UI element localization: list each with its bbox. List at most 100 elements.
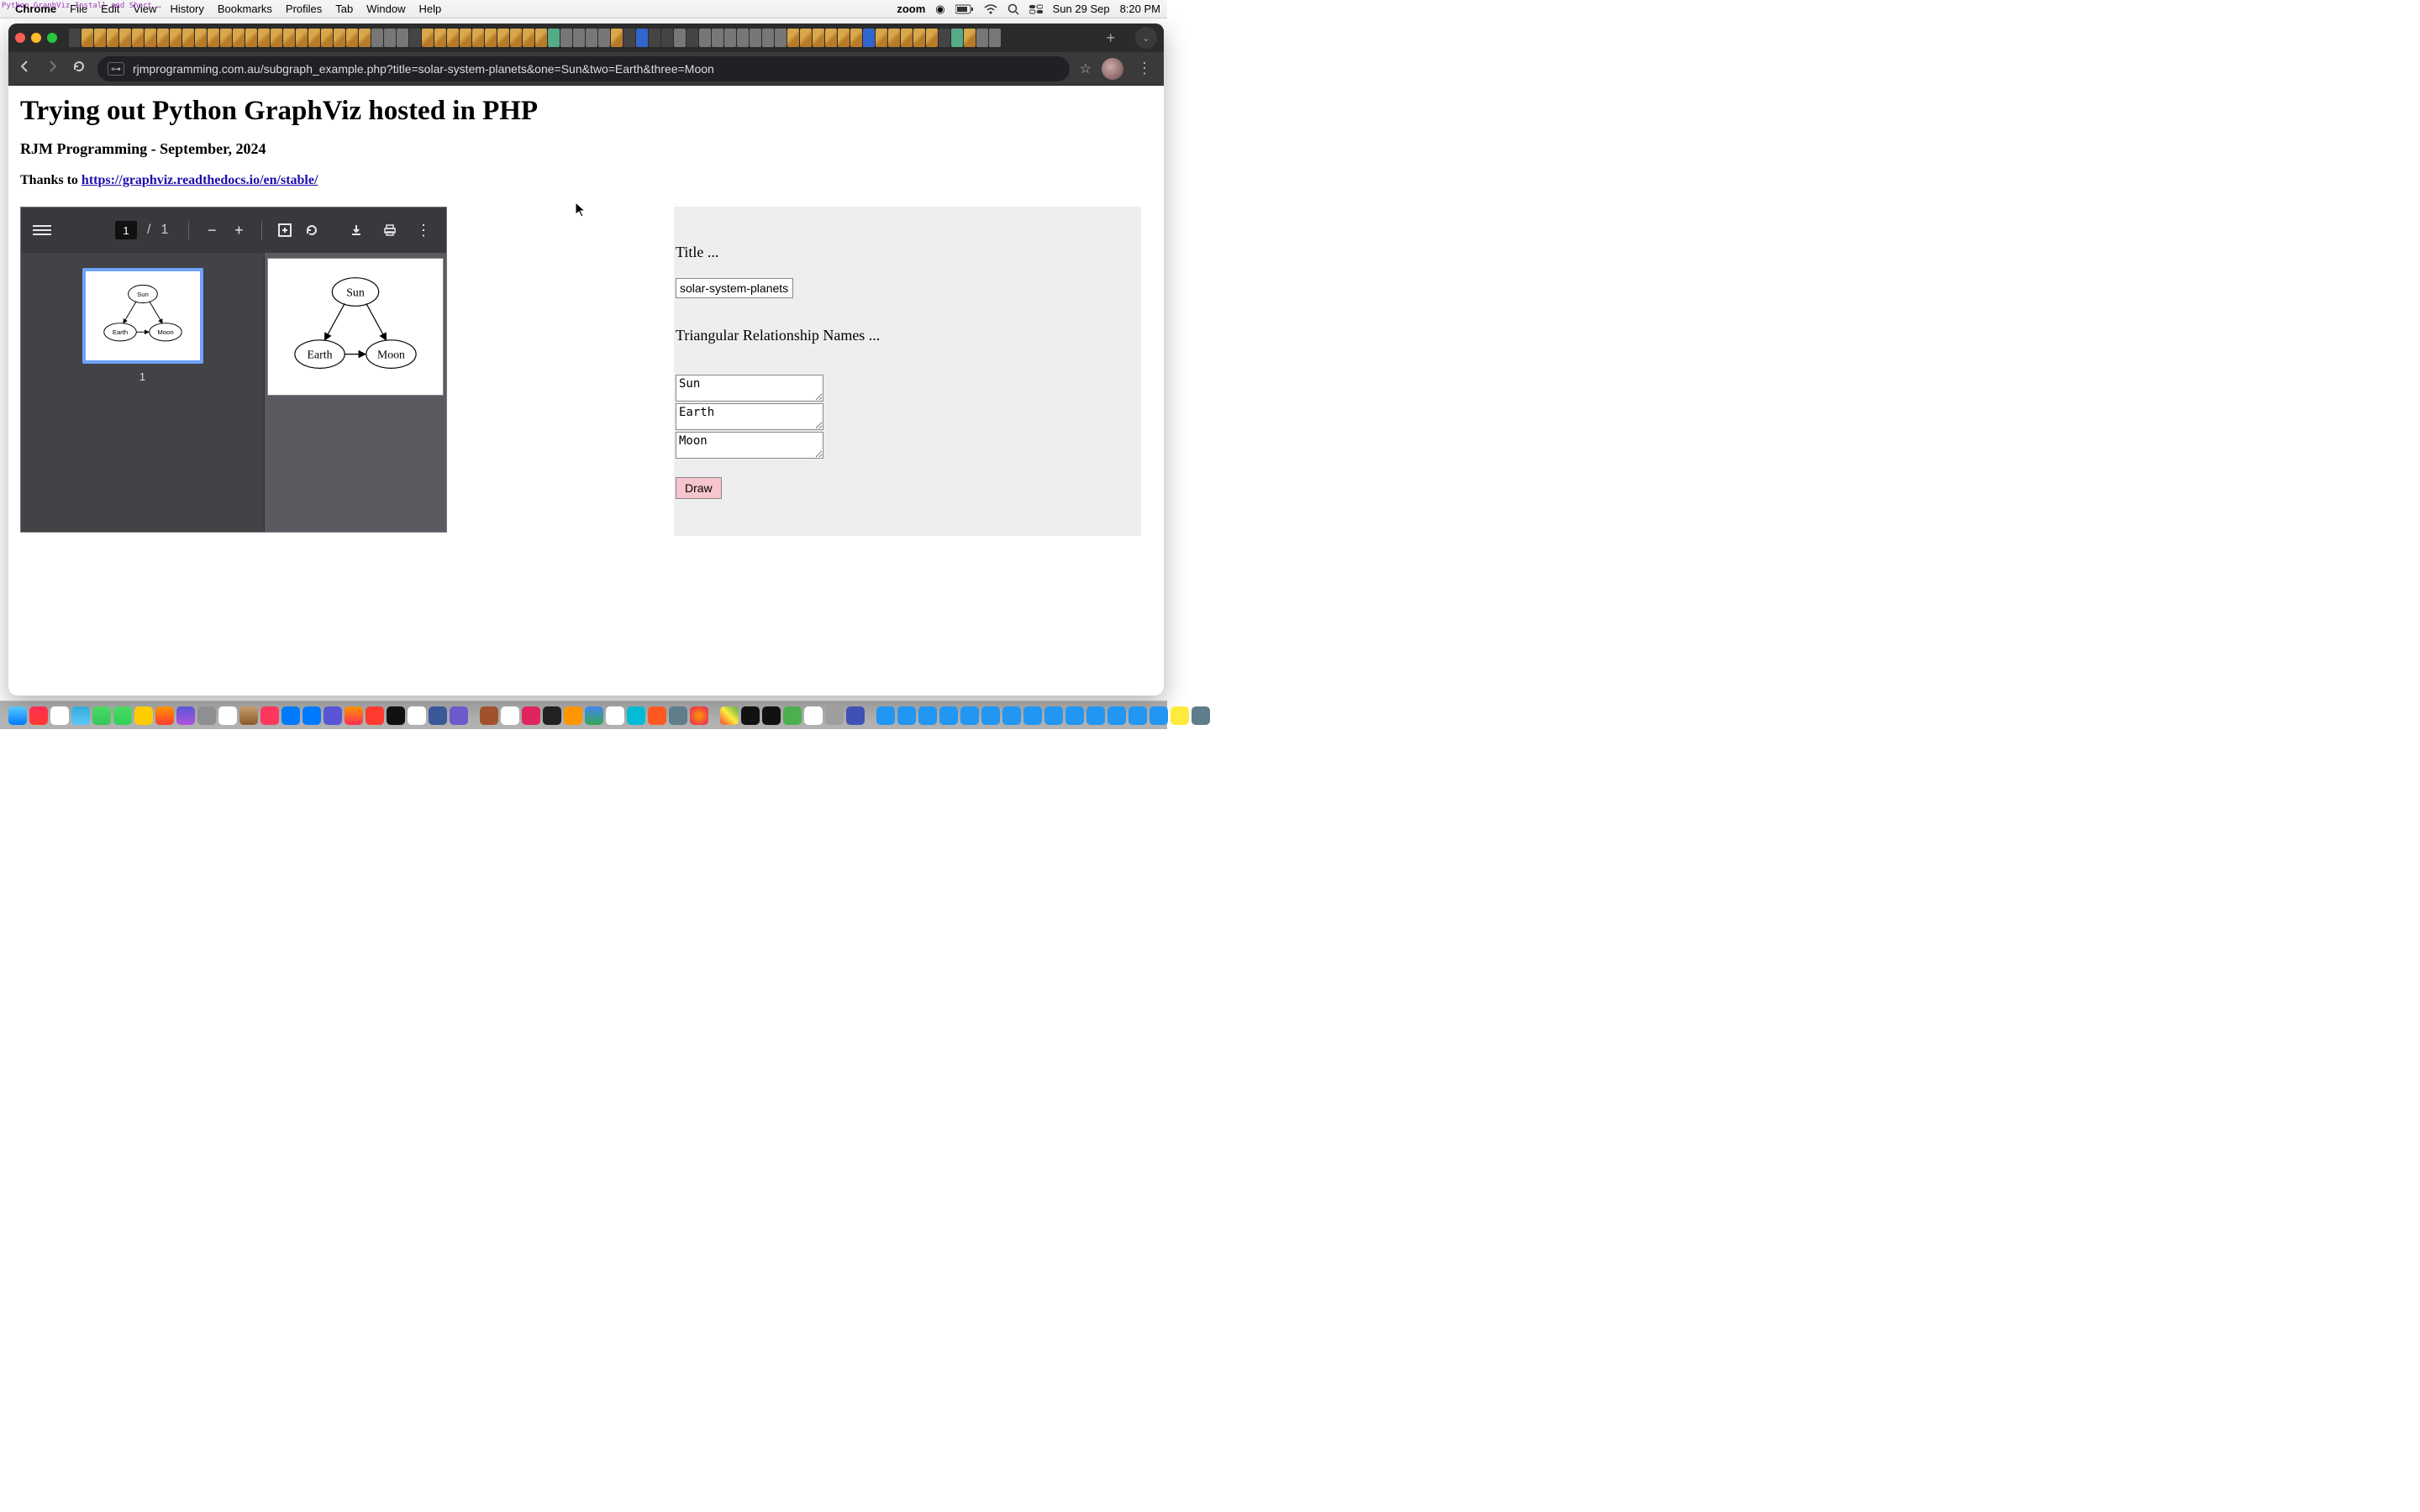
browser-tab[interactable] bbox=[258, 29, 270, 47]
browser-tab[interactable] bbox=[346, 29, 358, 47]
wifi-icon[interactable] bbox=[984, 4, 997, 14]
search-icon[interactable] bbox=[1007, 3, 1019, 15]
browser-tab[interactable] bbox=[434, 29, 446, 47]
site-info-icon[interactable]: ⊶ bbox=[108, 62, 124, 76]
browser-tab[interactable] bbox=[271, 29, 282, 47]
new-tab-button[interactable]: + bbox=[1094, 29, 1127, 47]
dock-app[interactable] bbox=[480, 706, 498, 725]
thanks-link[interactable]: https://graphviz.readthedocs.io/en/stabl… bbox=[82, 173, 318, 187]
dock-folder[interactable] bbox=[1023, 706, 1042, 725]
browser-tab[interactable] bbox=[775, 29, 786, 47]
browser-tab[interactable] bbox=[182, 29, 194, 47]
dock-app[interactable] bbox=[366, 706, 384, 725]
browser-tab[interactable] bbox=[762, 29, 774, 47]
dock-app[interactable] bbox=[846, 706, 865, 725]
browser-tab[interactable] bbox=[611, 29, 623, 47]
dock-folder[interactable] bbox=[960, 706, 979, 725]
zoom-indicator[interactable]: zoom bbox=[897, 3, 925, 15]
draw-button[interactable]: Draw bbox=[676, 477, 722, 499]
battery-icon[interactable] bbox=[955, 4, 974, 14]
dock-folder[interactable] bbox=[939, 706, 958, 725]
browser-tab[interactable] bbox=[220, 29, 232, 47]
browser-tab[interactable] bbox=[661, 29, 673, 47]
browser-tab[interactable] bbox=[422, 29, 434, 47]
name-three-input[interactable]: Moon bbox=[676, 432, 823, 459]
url-field[interactable]: ⊶ rjmprogramming.com.au/subgraph_example… bbox=[97, 56, 1070, 81]
dock-trash-icon[interactable] bbox=[1192, 706, 1210, 725]
dock-folder[interactable] bbox=[1044, 706, 1063, 725]
browser-tab[interactable] bbox=[699, 29, 711, 47]
browser-tab[interactable] bbox=[964, 29, 976, 47]
title-input[interactable] bbox=[676, 278, 793, 298]
browser-tab[interactable] bbox=[712, 29, 723, 47]
dock-folder[interactable] bbox=[897, 706, 916, 725]
dock-app[interactable] bbox=[197, 706, 216, 725]
browser-tab[interactable] bbox=[913, 29, 925, 47]
browser-tab[interactable] bbox=[472, 29, 484, 47]
dock-app[interactable] bbox=[408, 706, 426, 725]
tabs-overflow-icon[interactable]: ⌄ bbox=[1135, 27, 1157, 49]
browser-tab[interactable] bbox=[687, 29, 698, 47]
dock-app-terminal[interactable] bbox=[543, 706, 561, 725]
dock-app[interactable] bbox=[176, 706, 195, 725]
dock-app[interactable] bbox=[741, 706, 760, 725]
dock-app[interactable] bbox=[564, 706, 582, 725]
menubar-time[interactable]: 8:20 PM bbox=[1120, 3, 1160, 15]
menu-window[interactable]: Window bbox=[366, 3, 405, 15]
bookmark-star-icon[interactable]: ☆ bbox=[1080, 60, 1092, 77]
browser-tab[interactable] bbox=[460, 29, 471, 47]
dock-folder[interactable] bbox=[1150, 706, 1168, 725]
browser-tab[interactable] bbox=[157, 29, 169, 47]
reload-icon[interactable] bbox=[71, 60, 87, 77]
dock-app-reminders[interactable] bbox=[50, 706, 69, 725]
browser-tab[interactable] bbox=[321, 29, 333, 47]
browser-tab[interactable] bbox=[901, 29, 913, 47]
forward-icon[interactable] bbox=[44, 60, 60, 77]
dock-folder[interactable] bbox=[1086, 706, 1105, 725]
browser-tab[interactable] bbox=[888, 29, 900, 47]
browser-tab[interactable] bbox=[838, 29, 850, 47]
browser-tab[interactable] bbox=[233, 29, 245, 47]
dock-app[interactable] bbox=[762, 706, 781, 725]
dock-folder[interactable] bbox=[1107, 706, 1126, 725]
browser-tab[interactable] bbox=[208, 29, 219, 47]
menu-history[interactable]: History bbox=[170, 3, 203, 15]
dock-app[interactable] bbox=[239, 706, 258, 725]
menubar-date[interactable]: Sun 29 Sep bbox=[1053, 3, 1110, 15]
dock-folder[interactable] bbox=[876, 706, 895, 725]
menu-tab[interactable]: Tab bbox=[335, 3, 353, 15]
dock-app-appstore[interactable] bbox=[302, 706, 321, 725]
browser-tab[interactable] bbox=[82, 29, 93, 47]
dock-app[interactable] bbox=[669, 706, 687, 725]
dock-folder[interactable] bbox=[918, 706, 937, 725]
browser-menu-icon[interactable]: ⋮ bbox=[1134, 60, 1155, 77]
dock-app[interactable] bbox=[260, 706, 279, 725]
browser-tab[interactable] bbox=[976, 29, 988, 47]
pdf-page-input[interactable] bbox=[115, 221, 137, 239]
browser-tab[interactable] bbox=[523, 29, 534, 47]
browser-tab[interactable] bbox=[69, 29, 81, 47]
browser-tab[interactable] bbox=[132, 29, 144, 47]
back-icon[interactable] bbox=[17, 60, 34, 77]
browser-tab[interactable] bbox=[145, 29, 156, 47]
dock-app[interactable] bbox=[720, 706, 739, 725]
browser-tab[interactable] bbox=[447, 29, 459, 47]
pdf-thumbnail-panel[interactable]: Sun Earth Moon 1 bbox=[21, 253, 265, 532]
dock-app[interactable] bbox=[429, 706, 447, 725]
browser-tab[interactable] bbox=[787, 29, 799, 47]
pdf-more-icon[interactable]: ⋮ bbox=[413, 219, 434, 241]
pdf-main-view[interactable]: Sun Earth Moon bbox=[265, 253, 446, 532]
browser-tab[interactable] bbox=[409, 29, 421, 47]
browser-tab[interactable] bbox=[813, 29, 824, 47]
browser-tab[interactable] bbox=[876, 29, 887, 47]
browser-tab[interactable] bbox=[598, 29, 610, 47]
browser-tab[interactable] bbox=[548, 29, 560, 47]
browser-tab[interactable] bbox=[359, 29, 371, 47]
dock-folder[interactable] bbox=[1171, 706, 1189, 725]
dock-app-chrome[interactable] bbox=[585, 706, 603, 725]
menu-profiles[interactable]: Profiles bbox=[286, 3, 322, 15]
record-icon[interactable]: ◉ bbox=[935, 3, 944, 16]
browser-tab[interactable] bbox=[737, 29, 749, 47]
dock-folder[interactable] bbox=[981, 706, 1000, 725]
dock-app-calendar[interactable] bbox=[501, 706, 519, 725]
